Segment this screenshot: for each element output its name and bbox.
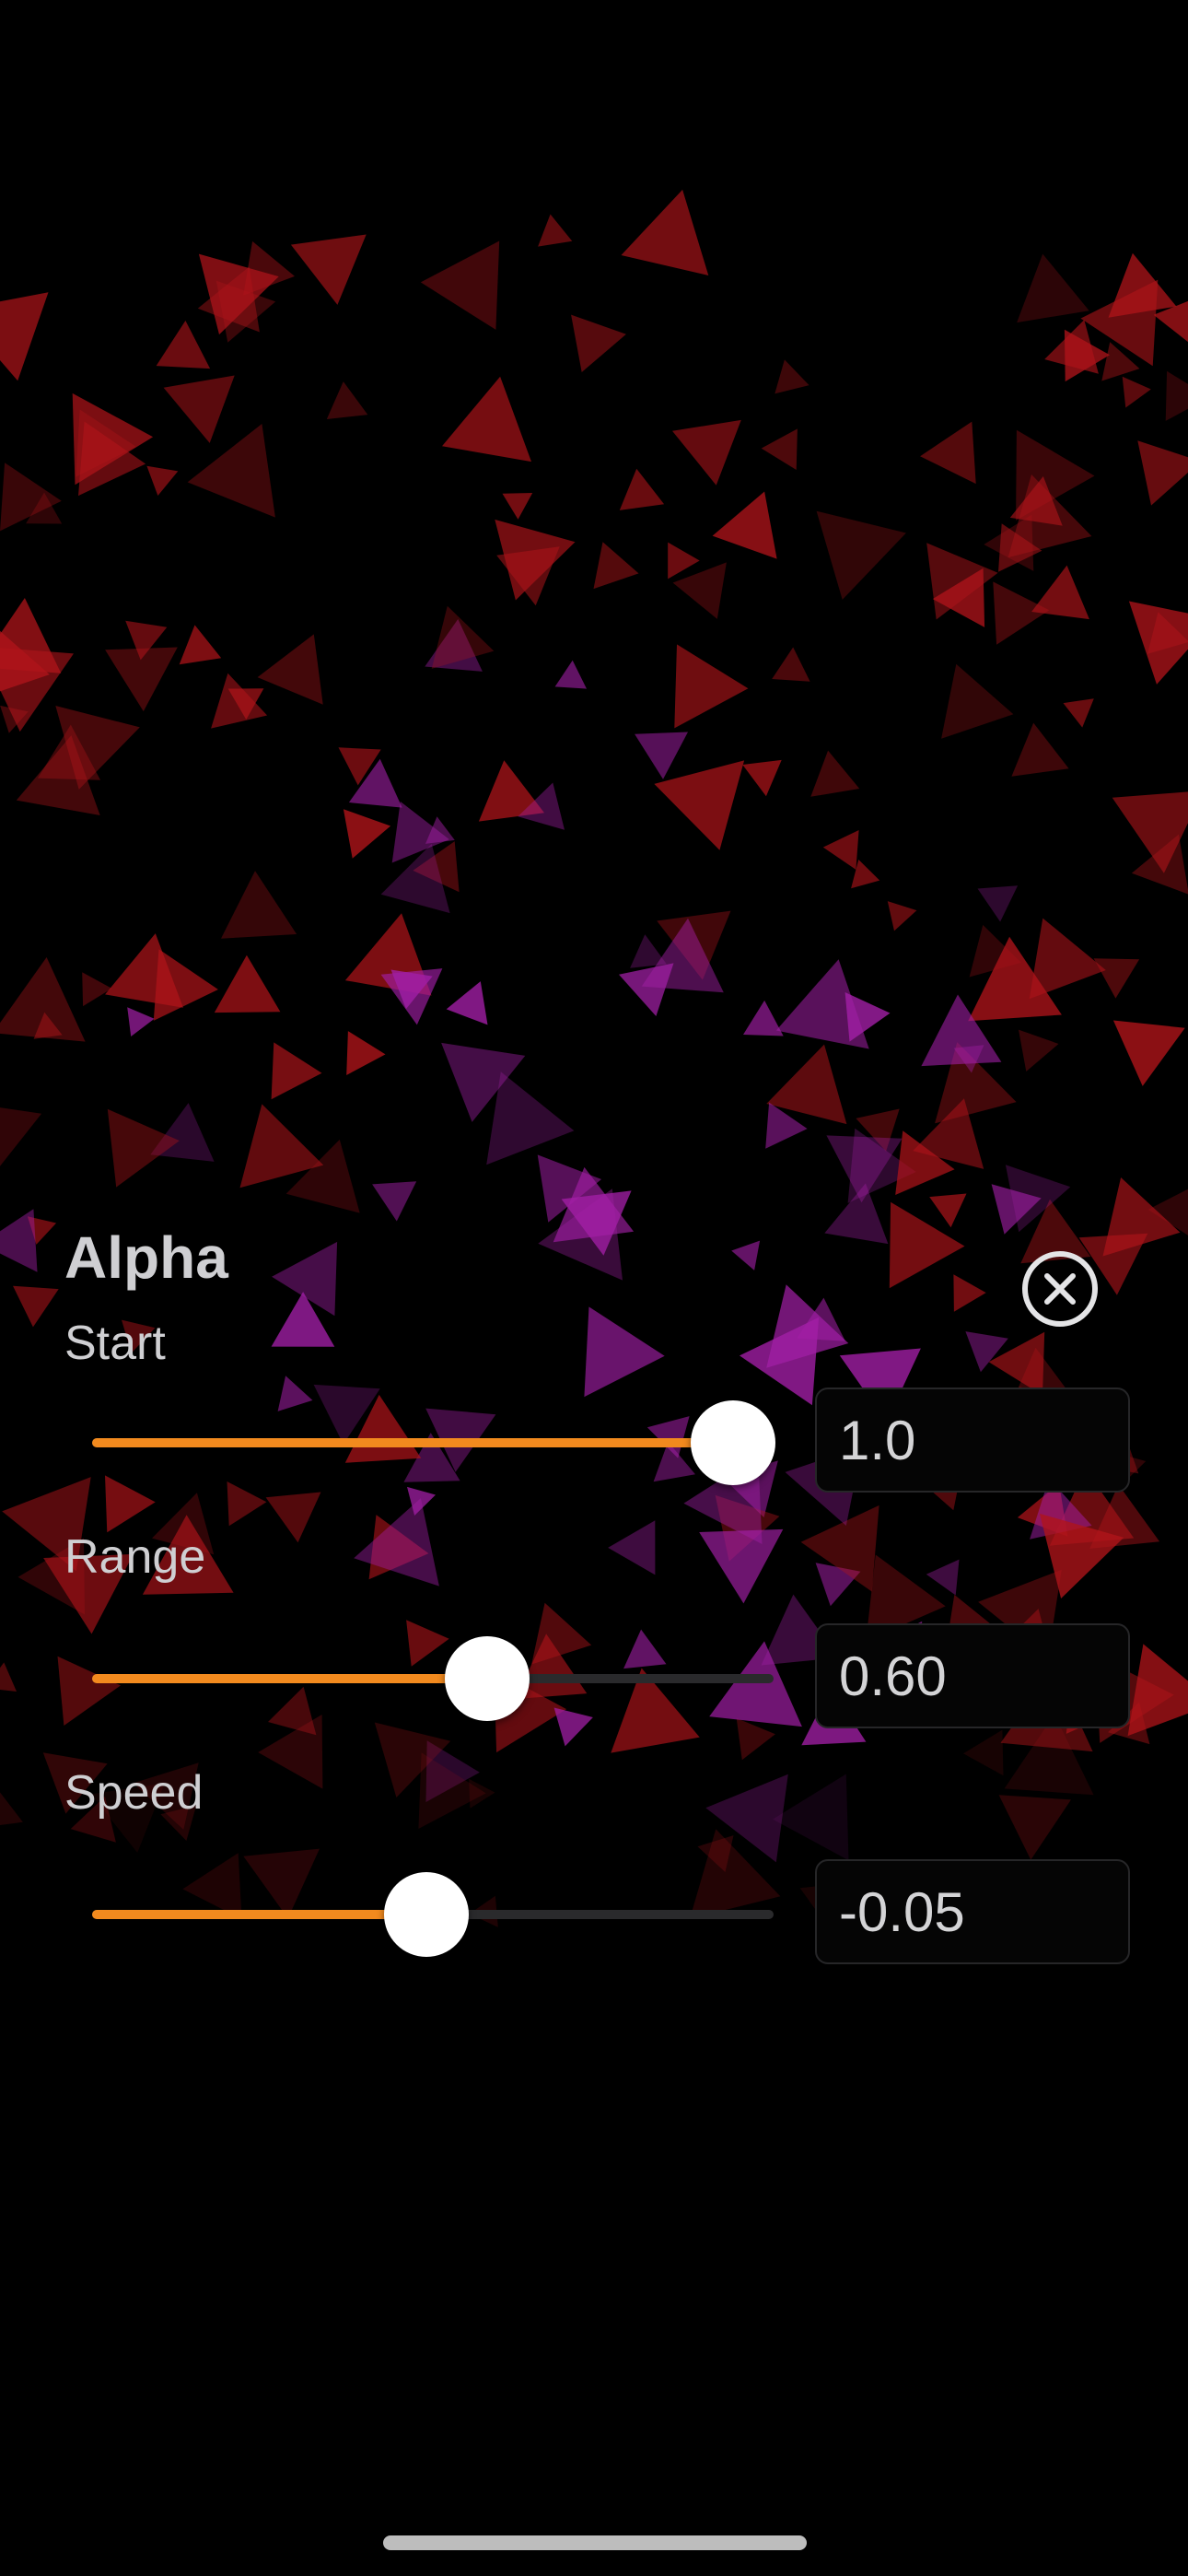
- home-indicator[interactable]: [383, 2535, 807, 2550]
- particle-triangle: [1128, 601, 1188, 685]
- particle-triangle: [214, 954, 281, 1013]
- speed-value-field[interactable]: [815, 1859, 1130, 1964]
- close-icon[interactable]: [1020, 1249, 1100, 1329]
- start-value-field[interactable]: [815, 1388, 1130, 1493]
- particle-triangle: [635, 732, 688, 779]
- slider-fill: [92, 1438, 733, 1447]
- particle-triangle: [712, 491, 777, 559]
- particle-triangle: [156, 321, 211, 369]
- particle-triangle: [1122, 376, 1151, 408]
- alpha-settings-panel: Alpha Start Range Speed: [0, 1198, 1188, 2027]
- particle-triangle: [1112, 1020, 1185, 1086]
- particle-triangle: [1137, 440, 1188, 506]
- start-label: Start: [64, 1317, 166, 1370]
- particle-triangle: [243, 240, 295, 296]
- particle-triangle: [442, 376, 531, 463]
- particle-triangle: [0, 292, 49, 381]
- particle-triangle: [431, 605, 495, 669]
- particle-triangle: [0, 598, 62, 673]
- particle-triangle: [1044, 320, 1099, 374]
- particle-triangle: [1063, 698, 1094, 728]
- particle-triangle: [538, 214, 573, 247]
- start-slider[interactable]: [92, 1397, 775, 1489]
- particle-triangle: [107, 1108, 180, 1188]
- slider-fill: [92, 1674, 488, 1683]
- particle-triangle: [271, 1042, 322, 1100]
- particle-triangle: [761, 428, 798, 470]
- particle-triangle: [654, 760, 745, 850]
- particle-triangle: [420, 240, 500, 330]
- particle-triangle: [187, 424, 275, 518]
- particle-triangle: [211, 673, 268, 729]
- particle-triangle: [82, 972, 112, 1007]
- particle-triangle: [619, 468, 665, 510]
- particle-triangle: [343, 809, 391, 859]
- range-slider[interactable]: [92, 1633, 774, 1725]
- particle-triangle: [326, 381, 368, 419]
- slider-thumb[interactable]: [690, 1400, 775, 1485]
- particle-triangle: [920, 421, 976, 485]
- particle-triangle: [1011, 722, 1069, 777]
- speed-slider[interactable]: [92, 1868, 774, 1961]
- particle-triangle: [742, 759, 782, 797]
- particle-triangle: [822, 830, 859, 870]
- particle-triangle: [621, 189, 709, 275]
- particle-triangle: [772, 647, 810, 682]
- particle-triangle: [941, 663, 1014, 739]
- range-label: Range: [64, 1530, 206, 1584]
- particle-triangle: [346, 1031, 386, 1075]
- slider-thumb[interactable]: [383, 1872, 469, 1957]
- slider-thumb[interactable]: [445, 1636, 530, 1721]
- particle-triangle: [1093, 958, 1140, 999]
- particle-triangle: [993, 581, 1050, 645]
- speed-label: Speed: [64, 1766, 204, 1820]
- particle-triangle: [0, 1107, 42, 1166]
- particle-triangle: [257, 634, 323, 705]
- particle-triangle: [593, 542, 639, 590]
- particle-triangle: [105, 647, 178, 712]
- particle-triangle: [502, 493, 533, 520]
- range-value-field[interactable]: [815, 1623, 1130, 1728]
- particle-triangle: [179, 625, 222, 665]
- particle-triangle: [221, 871, 297, 939]
- particle-triangle: [977, 885, 1019, 922]
- particle-triangle: [816, 510, 906, 600]
- particle-triangle: [1017, 253, 1089, 323]
- particle-triangle: [887, 901, 917, 931]
- particle-triangle: [674, 644, 749, 729]
- particle-triangle: [672, 419, 741, 486]
- particle-triangle: [810, 750, 860, 797]
- particle-triangle: [554, 660, 587, 689]
- slider-fill: [92, 1910, 426, 1919]
- particle-triangle: [163, 375, 235, 443]
- particle-triangle: [1019, 1029, 1059, 1071]
- particle-triangle: [146, 465, 179, 496]
- particle-triangle: [446, 981, 488, 1025]
- panel-title: Alpha: [64, 1224, 228, 1291]
- particle-triangle: [668, 542, 700, 580]
- particle-triangle: [775, 359, 809, 394]
- particle-triangle: [290, 234, 367, 305]
- particle-triangle: [127, 1007, 155, 1036]
- particle-triangle: [1165, 370, 1188, 421]
- particle-triangle: [571, 314, 626, 372]
